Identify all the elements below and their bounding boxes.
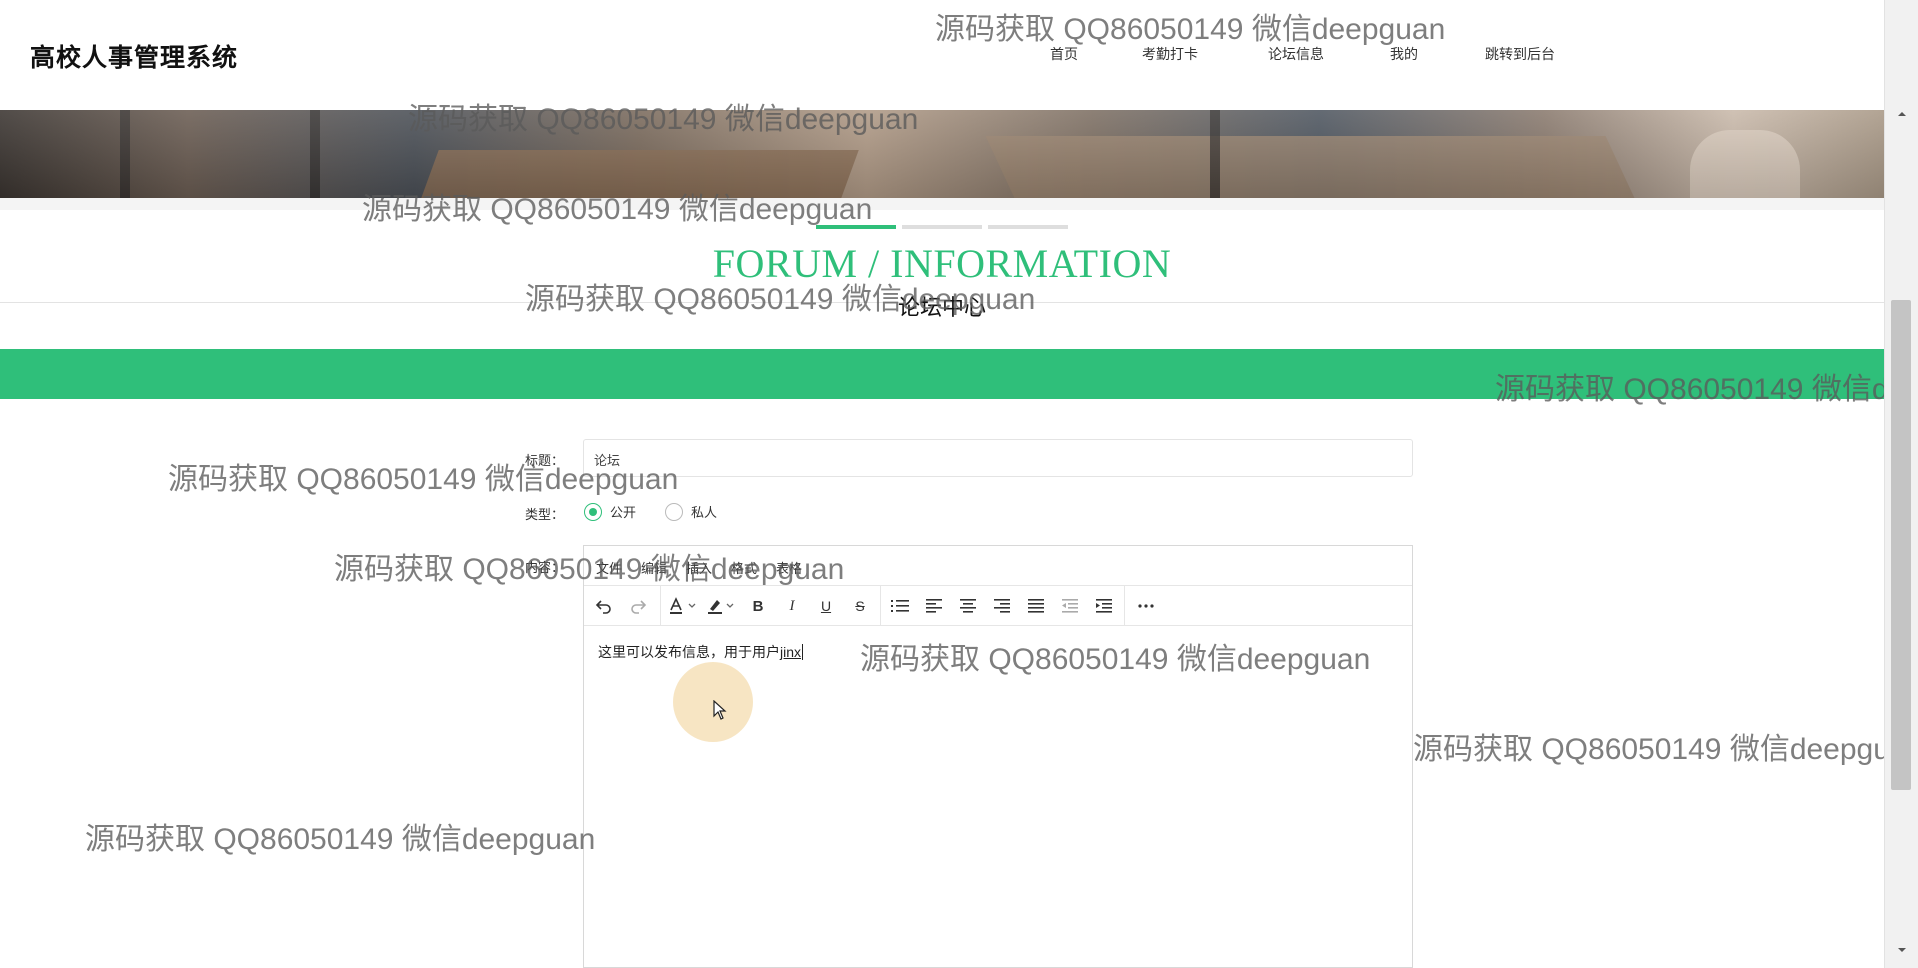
menu-file[interactable]: 文件 xyxy=(596,558,622,577)
editor-toolbar: B I U S xyxy=(584,586,1412,626)
align-center-icon[interactable] xyxy=(954,592,982,620)
title-input[interactable]: 论坛 xyxy=(583,439,1413,477)
content-label: 内容： xyxy=(525,560,565,575)
menu-format[interactable]: 格式 xyxy=(731,558,757,577)
nav-home[interactable]: 首页 xyxy=(1050,44,1078,64)
carousel-indicator-1[interactable] xyxy=(816,225,896,229)
watermark: 源码获取 QQ86050149 微信deepguan xyxy=(1413,733,1884,766)
underline-icon[interactable]: U xyxy=(812,592,840,620)
nav-forum[interactable]: 论坛信息 xyxy=(1268,44,1324,64)
align-justify-icon[interactable] xyxy=(1022,592,1050,620)
editor-menubar: 文件 编辑 插入 格式 表格 xyxy=(584,546,1412,586)
nav-mine[interactable]: 我的 xyxy=(1390,44,1418,64)
more-icon[interactable] xyxy=(1132,592,1160,620)
scroll-down-icon[interactable] xyxy=(1896,944,1908,956)
font-color-icon[interactable] xyxy=(666,592,702,620)
banner-image xyxy=(0,110,1884,198)
carousel-indicator-3[interactable] xyxy=(988,225,1068,229)
title-label: 标题： xyxy=(525,453,565,468)
scroll-up-icon[interactable] xyxy=(1896,108,1908,120)
indent-icon[interactable] xyxy=(1090,592,1118,620)
rich-text-editor[interactable]: 文件 编辑 插入 格式 表格 B I U S 这里可以发布信息，用于用户jinx xyxy=(583,545,1413,968)
menu-table[interactable]: 表格 xyxy=(776,558,802,577)
menu-insert[interactable]: 插入 xyxy=(686,558,712,577)
banner-strip xyxy=(0,198,1884,210)
app-root: 高校人事管理系统 首页 考勤打卡 论坛信息 我的 跳转到后台 FORUM / I… xyxy=(0,0,1918,968)
editor-text: 这里可以发布信息，用于用户 xyxy=(598,644,780,660)
redo-icon[interactable] xyxy=(624,592,652,620)
section-subtitle: 论坛中心 xyxy=(897,295,986,320)
scroll-thumb[interactable] xyxy=(1891,300,1911,790)
radio-private-circle xyxy=(665,502,683,521)
radio-public-label: 公开 xyxy=(610,505,637,520)
list-icon[interactable] xyxy=(886,592,914,620)
highlight-icon[interactable] xyxy=(704,592,740,620)
menu-edit[interactable]: 编辑 xyxy=(641,558,667,577)
italic-icon[interactable]: I xyxy=(778,592,806,620)
type-label: 类型： xyxy=(525,507,565,522)
bold-icon[interactable]: B xyxy=(744,592,772,620)
nav-attendance[interactable]: 考勤打卡 xyxy=(1142,44,1198,64)
undo-icon[interactable] xyxy=(590,592,618,620)
watermark: 源码获取 QQ86050149 微信deepguan xyxy=(935,13,1446,46)
editor-composing-text: jinx xyxy=(780,644,802,660)
nav-admin[interactable]: 跳转到后台 xyxy=(1485,44,1555,64)
carousel-indicator-2[interactable] xyxy=(902,225,982,229)
watermark: 源码获取 QQ86050149 微信deepguan xyxy=(85,823,596,856)
section-title: FORUM / INFORMATION xyxy=(712,241,1172,286)
page-scrollbar[interactable] xyxy=(1884,0,1918,968)
radio-private-label: 私人 xyxy=(691,505,718,520)
radio-public-circle xyxy=(584,502,602,521)
radio-public[interactable]: 公开 xyxy=(584,502,636,521)
green-band xyxy=(0,349,1884,399)
mouse-pointer-icon xyxy=(713,700,727,720)
align-left-icon[interactable] xyxy=(920,592,948,620)
site-title: 高校人事管理系统 xyxy=(30,44,239,72)
strikethrough-icon[interactable]: S xyxy=(846,592,874,620)
radio-private[interactable]: 私人 xyxy=(665,502,717,521)
editor-content[interactable]: 这里可以发布信息，用于用户jinx xyxy=(598,642,804,662)
align-right-icon[interactable] xyxy=(988,592,1016,620)
outdent-icon[interactable] xyxy=(1056,592,1084,620)
